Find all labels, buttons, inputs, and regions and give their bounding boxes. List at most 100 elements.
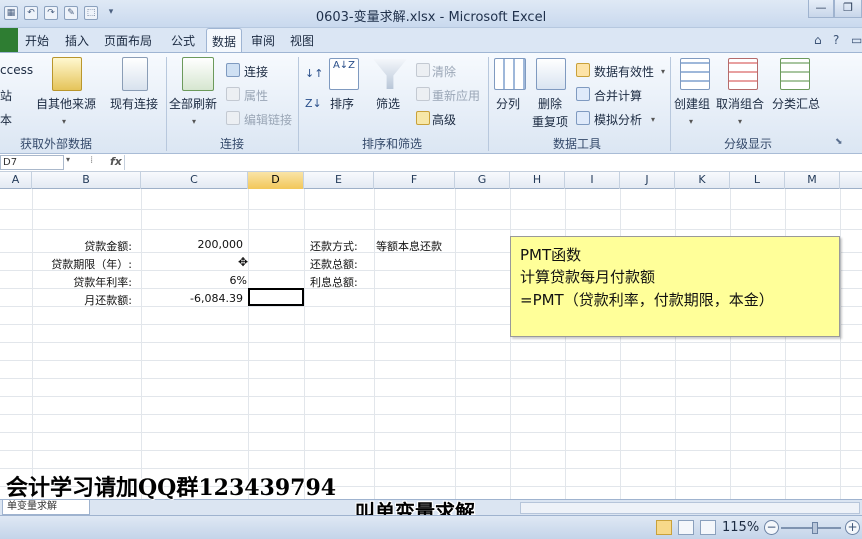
edit-links-button[interactable]: 编辑链接 [244,111,292,128]
horizontal-scrollbar[interactable] [520,502,860,514]
tab-page-layout[interactable]: 页面布局 [104,32,152,49]
cell-total-repayment-label[interactable]: 还款总额: [310,256,358,272]
ribbon-separator [488,57,489,151]
zoom-in-icon[interactable]: + [845,520,860,535]
from-access-button[interactable]: ccess [0,63,33,77]
note-line-formula: =PMT（贷款利率，付款期限，本金） [520,291,774,309]
column-header-I[interactable]: I [565,172,620,189]
zoom-out-icon[interactable]: − [764,520,779,535]
column-header-F[interactable]: F [374,172,455,189]
insert-function-button[interactable]: fx [110,155,122,168]
sort-icon: A↓Z [329,58,359,90]
filter-icon [373,59,407,89]
group-label-connections: 连接 [220,137,245,151]
cell-monthly-payment-label[interactable]: 月还款额: [32,292,132,308]
help-collapse-icon[interactable]: ⌂ [814,33,822,47]
restore-button[interactable]: ❐ [834,0,862,18]
from-web-button[interactable]: 站 [0,87,12,104]
help-icon[interactable]: ? [833,33,839,47]
tab-view[interactable]: 视图 [290,32,314,49]
window-title: 0603-变量求解.xlsx - Microsoft Excel [315,10,547,25]
cursor-cross-icon: ✥ [238,255,249,269]
cell-repayment-method-value[interactable]: 等额本息还款 [376,238,442,254]
formula-bar: D7 ▾ ⁞ fx [0,154,862,172]
note-line-description: 计算贷款每月付款额 [520,268,656,286]
cell-total-interest-label[interactable]: 利息总额: [310,274,358,290]
zoom-level[interactable]: 115% [722,520,759,535]
column-header-A[interactable]: A [0,172,32,189]
minimize-ribbon-icon[interactable]: ▭ [851,33,862,47]
tab-review[interactable]: 审阅 [251,32,275,49]
column-header-M[interactable]: M [785,172,840,189]
column-header-K[interactable]: K [675,172,730,189]
cell-loan-amount-label[interactable]: 贷款金额: [32,238,132,254]
sheet-tab[interactable]: 单变量求解 [2,500,90,515]
advanced-filter-icon [416,111,430,125]
worksheet-grid[interactable]: 贷款金额: 200,000 贷款期限（年）: ✥ 贷款年利率: 6% 月还款额:… [0,189,862,499]
zoom-slider-thumb[interactable] [812,522,818,534]
group-label-external-data: 获取外部数据 [20,137,93,151]
existing-connections-button[interactable]: 现有连接 [110,95,158,112]
what-if-analysis-button[interactable]: 模拟分析 [594,111,642,128]
tab-insert[interactable]: 插入 [65,32,89,49]
ribbon-separator [670,57,671,151]
tab-data[interactable]: 数据 [206,28,243,53]
cell-monthly-payment-value[interactable]: -6,084.39 [141,292,243,305]
connections-icon [226,63,240,77]
name-box[interactable]: D7 [0,155,64,170]
tab-formulas[interactable]: 公式 [171,32,195,49]
ribbon-separator [298,57,299,151]
text-to-columns-button[interactable]: 分列 [496,95,520,112]
cell-loan-term-label[interactable]: 贷款期限（年）: [32,256,132,272]
remove-duplicates-button[interactable]: 删除 [538,95,562,112]
ungroup-button[interactable]: 取消组合 [716,95,764,112]
clear-button[interactable]: 清除 [432,63,456,80]
cell-annual-rate-label[interactable]: 贷款年利率: [32,274,132,290]
column-header-C[interactable]: C [141,172,248,189]
column-header-H[interactable]: H [510,172,565,189]
cell-loan-amount-value[interactable]: 200,000 [141,238,244,251]
file-tab[interactable] [0,28,18,52]
reapply-button[interactable]: 重新应用 [432,87,480,104]
other-sources-button[interactable]: 自其他来源 [36,95,96,112]
name-box-dropdown-icon[interactable]: ▾ [66,155,70,164]
sort-desc-icon[interactable]: Z↓ [305,97,322,110]
column-header-E[interactable]: E [304,172,374,189]
group-button[interactable]: 创建组 [674,95,710,112]
remove-duplicates-icon [536,58,566,90]
sort-asc-icon[interactable]: ↓↑ [305,67,323,80]
page-break-view-icon[interactable] [700,520,716,535]
minimize-button[interactable]: — [808,0,834,18]
page-layout-view-icon[interactable] [678,520,694,535]
cell-repayment-method-label[interactable]: 还款方式: [310,238,358,254]
connections-button[interactable]: 连接 [244,63,268,80]
filter-button[interactable]: 筛选 [376,95,400,112]
sort-button[interactable]: 排序 [330,95,354,112]
properties-button[interactable]: 属性 [244,87,268,104]
refresh-all-icon [182,57,214,91]
subtotal-button[interactable]: 分类汇总 [772,95,820,112]
column-header-J[interactable]: J [620,172,675,189]
formula-input[interactable] [124,155,860,170]
data-validation-button[interactable]: 数据有效性 [594,63,654,80]
advanced-filter-button[interactable]: 高级 [432,111,456,128]
column-header-L[interactable]: L [730,172,785,189]
ribbon: ccess 站 本 自其他来源 ▾ 现有连接 获取外部数据 全部刷新 ▾ 连接 … [0,52,862,154]
normal-view-icon[interactable] [656,520,672,535]
dialog-launcher-icon[interactable]: ⬊ [835,137,843,147]
clear-icon [416,63,430,77]
column-header-G[interactable]: G [455,172,510,189]
group-label-outline: 分级显示 [724,137,773,151]
remove-duplicates-label[interactable]: 重复项 [532,113,568,130]
zoom-slider[interactable] [781,527,841,529]
refresh-all-button[interactable]: 全部刷新 [169,95,217,112]
column-header-B[interactable]: B [32,172,141,189]
column-header-D[interactable]: D [248,172,304,189]
cell-annual-rate-value[interactable]: 6% [141,274,247,287]
watermark-text: 会计学习请加QQ群123439794 [6,475,337,501]
title-bar: ▦ ↶ ↷ ✎ ⬚ ▾ 0603-变量求解.xlsx - Microsoft E… [0,0,862,28]
from-text-button[interactable]: 本 [0,111,12,128]
active-cell[interactable] [248,288,304,306]
consolidate-button[interactable]: 合并计算 [594,87,642,104]
tab-home[interactable]: 开始 [25,32,49,49]
